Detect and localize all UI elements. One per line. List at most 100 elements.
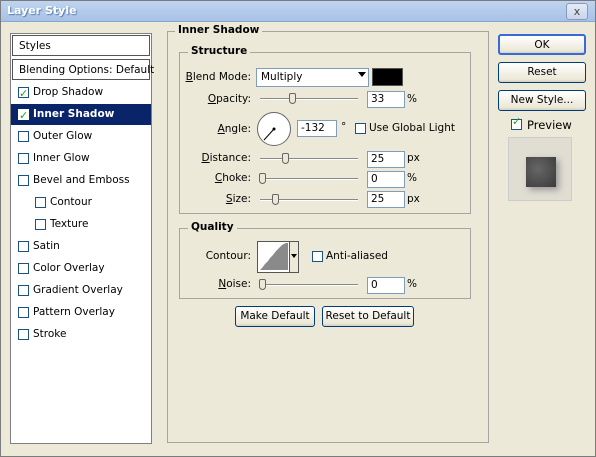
choke-input[interactable]: 0 xyxy=(367,171,405,188)
style-item-label: Gradient Overlay xyxy=(33,284,123,296)
style-item[interactable]: Pattern Overlay xyxy=(11,302,151,323)
style-item-checkbox[interactable] xyxy=(18,105,29,126)
anti-aliased-checkbox[interactable] xyxy=(312,251,323,262)
style-item[interactable]: Drop Shadow xyxy=(11,82,151,104)
size-input[interactable]: 25 xyxy=(367,191,405,208)
preview-label: Preview xyxy=(527,118,572,132)
size-slider-thumb[interactable] xyxy=(271,194,279,205)
style-item[interactable]: Satin xyxy=(11,236,151,257)
layer-style-dialog: Layer Style x Styles Blending Options: D… xyxy=(0,0,596,457)
anti-aliased-label: Anti-aliased xyxy=(326,250,388,262)
style-item-label: Pattern Overlay xyxy=(33,306,115,318)
reset-to-default-button[interactable]: Reset to Default xyxy=(322,306,414,327)
new-style-button[interactable]: New Style... xyxy=(498,90,586,111)
style-item-label: Inner Shadow xyxy=(33,108,115,120)
style-item-checkbox[interactable] xyxy=(18,83,29,104)
opacity-label: Opacity: xyxy=(207,93,251,105)
opacity-unit: % xyxy=(407,93,417,105)
angle-unit: ° xyxy=(341,121,347,133)
style-item-checkbox[interactable] xyxy=(18,241,29,252)
choke-unit: % xyxy=(407,172,417,184)
style-item-checkbox[interactable] xyxy=(18,153,29,164)
choke-slider[interactable] xyxy=(259,173,358,184)
blending-options-item[interactable]: Blending Options: Default xyxy=(12,59,154,80)
blend-mode-value: Multiply xyxy=(261,71,303,83)
style-item-label: Drop Shadow xyxy=(33,86,104,98)
choke-label: Choke: xyxy=(214,172,251,184)
opacity-slider-thumb[interactable] xyxy=(289,93,297,104)
distance-label: Distance: xyxy=(201,152,251,164)
distance-slider[interactable] xyxy=(260,153,358,164)
chevron-down-icon xyxy=(358,72,366,77)
style-preview-thumbnail xyxy=(508,137,572,201)
choke-slider-thumb[interactable] xyxy=(259,173,266,184)
styles-header-label: Styles xyxy=(19,40,51,52)
title-bar[interactable]: Layer Style x xyxy=(1,1,595,22)
distance-slider-thumb[interactable] xyxy=(282,153,289,164)
contour-label: Contour: xyxy=(205,250,251,262)
style-item[interactable]: Color Overlay xyxy=(11,258,151,279)
close-icon: x xyxy=(573,5,581,18)
size-unit: px xyxy=(407,193,420,205)
style-item-label: Inner Glow xyxy=(33,152,90,164)
contour-preview-icon xyxy=(260,243,288,270)
ok-button[interactable]: OK xyxy=(498,34,586,55)
style-item-checkbox[interactable] xyxy=(35,197,46,208)
style-item-label: Texture xyxy=(50,218,89,230)
angle-dial-needle xyxy=(263,127,276,141)
shadow-color-swatch[interactable] xyxy=(372,68,403,86)
style-item-checkbox[interactable] xyxy=(18,263,29,274)
style-item[interactable]: Outer Glow xyxy=(11,126,151,147)
contour-picker[interactable] xyxy=(257,241,299,273)
style-item-checkbox[interactable] xyxy=(18,307,29,318)
blend-mode-select[interactable]: Multiply xyxy=(256,68,369,87)
opacity-slider[interactable] xyxy=(260,93,358,104)
make-default-button[interactable]: Make Default xyxy=(235,306,315,327)
style-item-label: Color Overlay xyxy=(33,262,105,274)
style-item-label: Contour xyxy=(50,196,92,208)
size-label: Size: xyxy=(225,193,251,205)
style-item[interactable]: Inner Shadow xyxy=(11,104,151,126)
style-item-checkbox[interactable] xyxy=(18,131,29,142)
preview-checkbox[interactable] xyxy=(511,115,522,130)
style-item-label: Outer Glow xyxy=(33,130,93,142)
noise-label: Noise: xyxy=(218,278,251,290)
style-item[interactable]: Inner Glow xyxy=(11,148,151,169)
style-item[interactable]: Contour xyxy=(11,192,151,213)
style-item[interactable]: Bevel and Emboss xyxy=(11,170,151,191)
size-slider[interactable] xyxy=(260,194,358,205)
style-item[interactable]: Texture xyxy=(11,214,151,235)
inner-shadow-title: Inner Shadow xyxy=(175,24,263,36)
noise-slider[interactable] xyxy=(259,279,358,290)
styles-header[interactable]: Styles xyxy=(12,35,150,56)
distance-unit: px xyxy=(407,152,420,164)
use-global-light-label: Use Global Light xyxy=(369,122,455,134)
chevron-down-icon xyxy=(291,254,297,258)
reset-button[interactable]: Reset xyxy=(498,62,586,83)
distance-input[interactable]: 25 xyxy=(367,151,405,168)
use-global-light-checkbox[interactable] xyxy=(355,123,366,134)
window-title: Layer Style xyxy=(7,4,77,17)
style-item-checkbox[interactable] xyxy=(18,329,29,340)
style-item-label: Bevel and Emboss xyxy=(33,174,130,186)
contour-dropdown-button[interactable] xyxy=(289,242,298,272)
opacity-input[interactable]: 33 xyxy=(367,91,405,108)
style-item[interactable]: Gradient Overlay xyxy=(11,280,151,301)
structure-title: Structure xyxy=(188,45,251,57)
style-item-checkbox[interactable] xyxy=(35,219,46,230)
style-item[interactable]: Stroke xyxy=(11,324,151,345)
style-item-checkbox[interactable] xyxy=(18,175,29,186)
style-item-label: Satin xyxy=(33,240,60,252)
blend-mode-label: Blend Mode: xyxy=(185,71,251,83)
close-button[interactable]: x xyxy=(566,3,588,20)
angle-label: Angle: xyxy=(217,123,251,135)
angle-dial[interactable] xyxy=(257,112,291,146)
blending-options-label: Blending Options: Default xyxy=(19,64,155,76)
noise-slider-thumb[interactable] xyxy=(259,279,266,290)
style-item-checkbox[interactable] xyxy=(18,285,29,296)
style-item-label: Stroke xyxy=(33,328,67,340)
styles-list: Styles Blending Options: Default Drop Sh… xyxy=(10,33,154,444)
preview-swatch xyxy=(526,157,556,187)
noise-input[interactable]: 0 xyxy=(367,277,405,294)
angle-input[interactable]: -132 xyxy=(297,120,337,137)
